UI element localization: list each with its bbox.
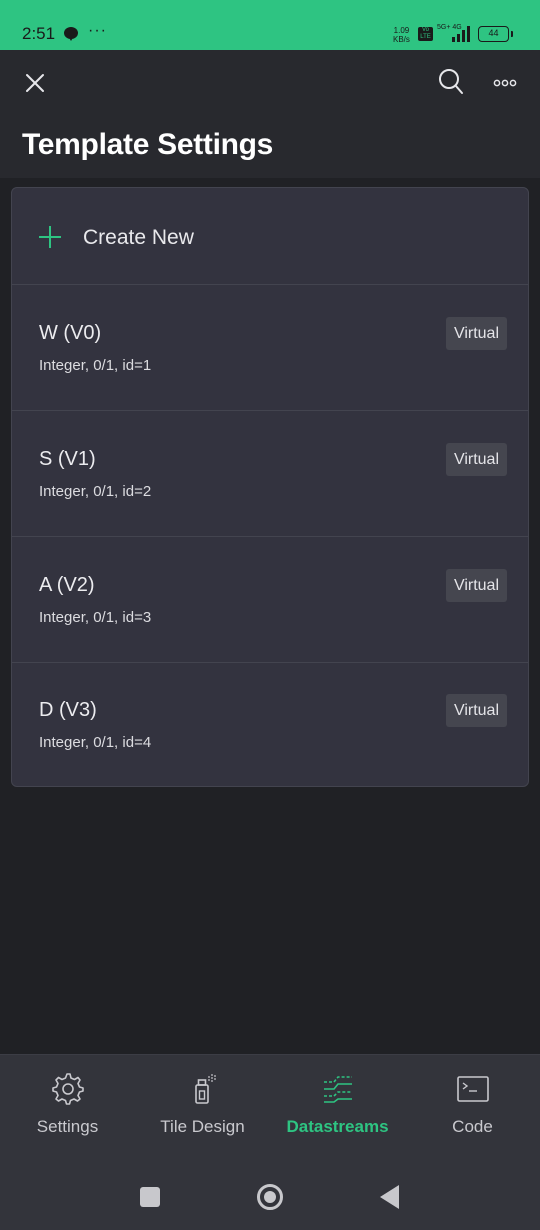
datastream-name: W (V0): [39, 322, 102, 344]
datastream-row-v1[interactable]: S (V1) Integer, 0/1, id=2 Virtual: [12, 411, 528, 537]
create-new-label: Create New: [83, 226, 194, 249]
home-button[interactable]: [257, 1184, 283, 1210]
nav-tile-design[interactable]: Tile Design: [135, 1055, 270, 1153]
datastream-name: S (V1): [39, 448, 96, 470]
status-bar: 2:51 ··· 1.09 KB/s Vo LTE 5G+ 4G 44: [0, 0, 540, 50]
nav-label: Code: [452, 1117, 493, 1136]
plus-icon: [39, 226, 61, 248]
datastream-description: Integer, 0/1, id=3: [39, 609, 152, 626]
terminal-icon: [456, 1076, 489, 1102]
bottom-nav: Settings Tile Design Datastreams Code: [0, 1054, 540, 1152]
virtual-badge: Virtual: [445, 317, 507, 350]
datastream-row-v3[interactable]: D (V3) Integer, 0/1, id=4 Virtual: [12, 662, 528, 786]
chat-notification-icon: [64, 27, 78, 41]
search-icon[interactable]: [438, 68, 464, 96]
datastream-name: D (V3): [39, 699, 97, 721]
nav-settings[interactable]: Settings: [0, 1055, 135, 1153]
status-more-notifications: ···: [88, 22, 107, 39]
datastream-description: Integer, 0/1, id=1: [39, 357, 152, 374]
battery-icon: 44: [478, 26, 513, 42]
status-time: 2:51: [22, 24, 56, 43]
nav-label: Datastreams: [286, 1117, 389, 1136]
datastream-row-v2[interactable]: A (V2) Integer, 0/1, id=3 Virtual: [12, 537, 528, 663]
create-new-button[interactable]: Create New: [12, 188, 528, 285]
datastream-description: Integer, 0/1, id=2: [39, 483, 152, 500]
top-header: Template Settings: [0, 50, 540, 178]
virtual-badge: Virtual: [445, 443, 507, 476]
virtual-badge: Virtual: [445, 694, 507, 727]
signal-icon: [450, 25, 472, 42]
datastream-row-v0[interactable]: W (V0) Integer, 0/1, id=1 Virtual: [12, 285, 528, 411]
system-nav-bar: [0, 1152, 540, 1230]
recents-button[interactable]: [140, 1187, 160, 1207]
nav-datastreams[interactable]: Datastreams: [270, 1055, 405, 1153]
volte-icon: Vo LTE: [418, 27, 433, 41]
network-speed: 1.09 KB/s: [393, 26, 410, 44]
nav-code[interactable]: Code: [405, 1055, 540, 1153]
network-speed-unit: KB/s: [393, 35, 410, 44]
gear-icon: [51, 1073, 84, 1105]
page-title: Template Settings: [22, 128, 274, 161]
datastream-list: Create New W (V0) Integer, 0/1, id=1 Vir…: [11, 187, 529, 787]
spray-icon: [194, 1074, 216, 1104]
virtual-badge: Virtual: [445, 569, 507, 602]
network-speed-value: 1.09: [393, 26, 410, 35]
nav-label: Tile Design: [160, 1117, 245, 1136]
datastream-description: Integer, 0/1, id=4: [39, 734, 152, 751]
close-icon[interactable]: [24, 72, 46, 94]
more-icon[interactable]: [493, 72, 517, 94]
nav-label: Settings: [36, 1117, 99, 1136]
datastream-name: A (V2): [39, 574, 95, 596]
datastreams-icon: [323, 1076, 352, 1103]
back-button[interactable]: [380, 1185, 399, 1209]
